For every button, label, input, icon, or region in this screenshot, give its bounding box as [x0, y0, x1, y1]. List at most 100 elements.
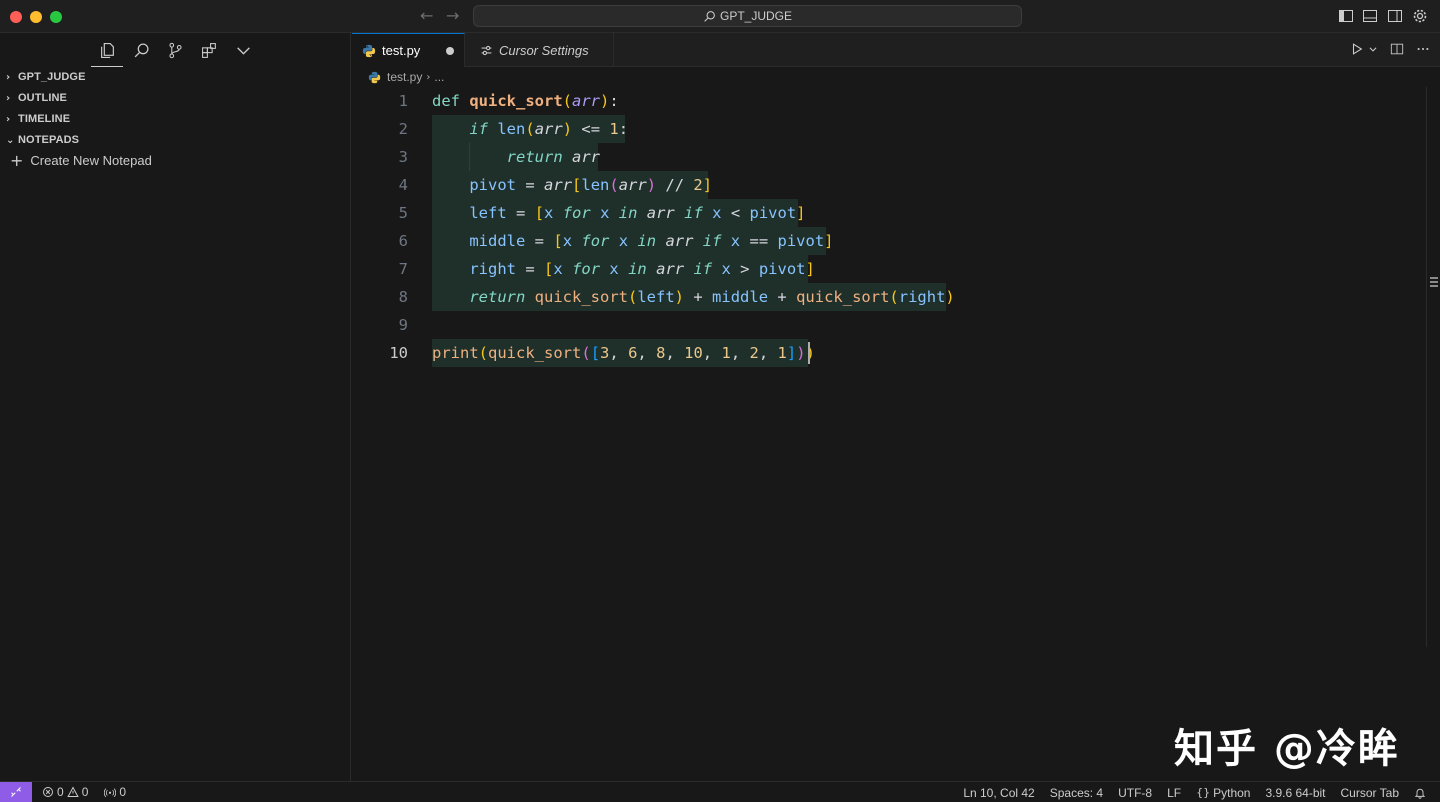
- search-icon: [134, 42, 149, 57]
- chevron-down-icon: ⌄: [6, 134, 15, 146]
- more-actions-icon[interactable]: [1416, 42, 1430, 56]
- line-number[interactable]: 8: [352, 283, 408, 311]
- watermark: 知乎 @冷眸: [1174, 726, 1400, 772]
- toggle-sidebar-icon[interactable]: [1338, 8, 1354, 24]
- line-source: pivot = arr[len(arr) // 2]: [469, 176, 713, 194]
- code-line: 4 pivot = arr[len(arr) // 2]: [352, 171, 1424, 199]
- editor-actions: [1350, 42, 1430, 56]
- vertical-scrollbar[interactable]: [1426, 87, 1440, 647]
- code-line: 8 return quick_sort(left) + middle + qui…: [352, 283, 1424, 311]
- split-editor-icon[interactable]: [1390, 42, 1404, 56]
- cursor-tab-toggle[interactable]: Cursor Tab: [1341, 786, 1399, 800]
- extensions-button[interactable]: [192, 33, 226, 67]
- python-file-icon: [362, 44, 376, 57]
- line-number[interactable]: 7: [352, 255, 408, 283]
- unsaved-indicator[interactable]: [446, 47, 454, 55]
- line-number[interactable]: 4: [352, 171, 408, 199]
- code-line: 9: [352, 311, 1424, 339]
- ports-indicator[interactable]: 0: [104, 785, 126, 799]
- line-number[interactable]: 6: [352, 227, 408, 255]
- text-cursor: [808, 342, 810, 364]
- section-label: NOTEPADS: [18, 134, 80, 146]
- extensions-icon: [201, 42, 216, 58]
- status-bar-right: Ln 10, Col 42 Spaces: 4 UTF-8 LF {} Pyth…: [963, 782, 1440, 802]
- toggle-secondary-sidebar-icon[interactable]: [1387, 8, 1403, 24]
- line-number[interactable]: 3: [352, 143, 408, 171]
- code-line: 7 right = [x for x in arr if x > pivot]: [352, 255, 1424, 283]
- more-views-button[interactable]: [226, 33, 260, 67]
- back-arrow-icon[interactable]: ←: [420, 6, 433, 25]
- sidebar: › GPT_JUDGE › OUTLINE › TIMELINE ⌄ NOTEP…: [0, 33, 351, 781]
- section-label: GPT_JUDGE: [18, 71, 86, 83]
- minimize-window-button[interactable]: [30, 11, 42, 23]
- section-outline[interactable]: › OUTLINE: [6, 88, 67, 108]
- source-control-button[interactable]: [158, 33, 192, 67]
- line-number[interactable]: 2: [352, 115, 408, 143]
- search-text: GPT_JUDGE: [719, 9, 792, 23]
- breadcrumb-file[interactable]: test.py: [387, 70, 422, 84]
- section-label: OUTLINE: [18, 92, 67, 104]
- section-timeline[interactable]: › TIMELINE: [6, 109, 70, 129]
- line-number[interactable]: 10: [352, 339, 408, 367]
- breadcrumb-symbol[interactable]: ...: [434, 70, 444, 84]
- bell-icon: [1414, 788, 1426, 799]
- remote-indicator[interactable]: [0, 781, 32, 802]
- activity-bar: [90, 33, 260, 67]
- tab-label: test.py: [382, 43, 421, 58]
- error-count: 0: [57, 785, 64, 799]
- line-source: def quick_sort(arr):: [432, 92, 619, 110]
- line-source: return quick_sort(left) + middle + quick…: [469, 288, 955, 306]
- toggle-panel-icon[interactable]: [1362, 8, 1378, 24]
- title-bar: ← → GPT_JUDGE: [0, 0, 1440, 33]
- problems-indicator[interactable]: 0 0: [42, 785, 88, 799]
- encoding-selector[interactable]: UTF-8: [1118, 786, 1152, 800]
- gear-icon[interactable]: [1412, 8, 1428, 24]
- ports-icon: [104, 788, 117, 798]
- interpreter-selector[interactable]: 3.9.6 64-bit: [1265, 786, 1325, 800]
- run-icon[interactable]: [1350, 42, 1364, 56]
- line-source: left = [x for x in arr if x < pivot]: [469, 204, 806, 222]
- language-mode-selector[interactable]: {} Python: [1196, 786, 1250, 800]
- source-control-icon: [168, 42, 182, 58]
- notifications-button[interactable]: [1414, 787, 1426, 799]
- code-line: 6 middle = [x for x in arr if x == pivot…: [352, 227, 1424, 255]
- line-number[interactable]: 1: [352, 87, 408, 115]
- section-notepads[interactable]: ⌄ NOTEPADS: [6, 130, 79, 150]
- breadcrumb: test.py › ...: [368, 69, 444, 85]
- create-new-notepad-button[interactable]: + Create New Notepad: [10, 151, 152, 170]
- chevron-right-icon: ›: [426, 71, 431, 83]
- command-center-search[interactable]: GPT_JUDGE: [473, 5, 1022, 27]
- code-line: 5 left = [x for x in arr if x < pivot]: [352, 199, 1424, 227]
- tab-cursor-settings[interactable]: Cursor Settings: [466, 33, 614, 67]
- files-icon: [100, 42, 114, 58]
- line-source: middle = [x for x in arr if x == pivot]: [469, 232, 834, 250]
- warning-icon: [66, 786, 79, 797]
- code-line: 3 return arr: [352, 143, 1424, 171]
- forward-arrow-icon[interactable]: →: [446, 6, 459, 25]
- chevron-right-icon: ›: [6, 92, 11, 104]
- code-line: 2 if len(arr) <= 1:: [352, 115, 1424, 143]
- line-source: print(quick_sort([3, 6, 8, 10, 1, 2, 1])…: [432, 344, 815, 362]
- section-gpt-judge[interactable]: › GPT_JUDGE: [6, 67, 86, 87]
- explorer-button[interactable]: [90, 33, 124, 67]
- editor-area: test.py Cursor Settings test.py › ... 1 …: [352, 33, 1440, 781]
- chevron-down-icon[interactable]: [1368, 44, 1378, 54]
- line-number[interactable]: 9: [352, 311, 408, 339]
- section-label: TIMELINE: [18, 113, 71, 125]
- tab-test-py[interactable]: test.py: [352, 33, 465, 67]
- status-bar: 0 0 0 Ln 10, Col 42 Spaces: 4 UTF-8 LF {…: [0, 781, 1440, 802]
- chevron-right-icon: ›: [6, 71, 11, 83]
- line-number[interactable]: 5: [352, 199, 408, 227]
- chevron-down-icon: [236, 46, 250, 55]
- settings-icon: [481, 45, 492, 55]
- line-source: if len(arr) <= 1:: [469, 120, 629, 138]
- eol-selector[interactable]: LF: [1167, 786, 1181, 800]
- zoom-window-button[interactable]: [50, 11, 62, 23]
- indentation-selector[interactable]: Spaces: 4: [1050, 786, 1103, 800]
- cursor-position[interactable]: Ln 10, Col 42: [963, 786, 1034, 800]
- close-window-button[interactable]: [10, 11, 22, 23]
- search-button[interactable]: [124, 33, 158, 67]
- create-notepad-label: Create New Notepad: [30, 153, 152, 168]
- code-line-current: 10 print(quick_sort([3, 6, 8, 10, 1, 2, …: [352, 339, 1424, 367]
- code-line: 1 def quick_sort(arr):: [352, 87, 1424, 115]
